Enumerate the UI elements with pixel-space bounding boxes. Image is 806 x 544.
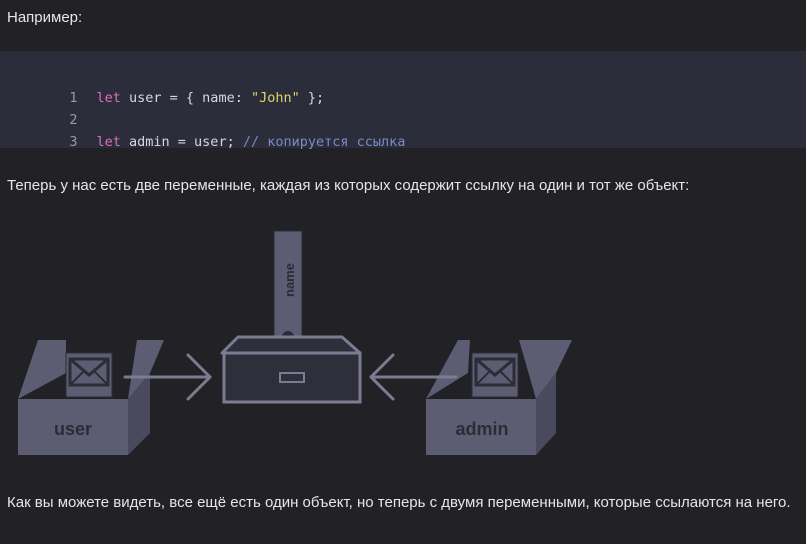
object-cabinet: name xyxy=(220,230,362,404)
code-block: 1 let user = { name: "John" }; 2 3 let adm… xyxy=(0,51,806,150)
reference-diagram: name user admin xyxy=(18,230,572,455)
cabinet-drawer xyxy=(222,351,362,404)
code-string: "John" xyxy=(250,90,300,106)
code-text: user = { name: xyxy=(120,90,251,106)
cabinet-top xyxy=(220,335,362,355)
bottom-paragraph: Как вы можете видеть, все ещё есть один … xyxy=(7,494,791,511)
code-line-1: 1 let user = { name: "John" }; xyxy=(0,68,324,106)
code-keyword: let xyxy=(96,90,121,106)
box-left-flap xyxy=(426,340,470,399)
arrow-left-icon xyxy=(369,353,458,401)
line-number: 3 xyxy=(69,134,78,150)
box-left-label: user xyxy=(54,419,92,439)
code-line-2: 2 xyxy=(0,90,97,128)
box-right-label: admin xyxy=(455,419,508,439)
code-keyword: let xyxy=(96,134,121,150)
box-left-flap xyxy=(18,340,66,399)
admin-box: admin xyxy=(426,340,572,455)
user-box: user xyxy=(18,340,164,455)
code-line-3: 3 let admin = user; // копируется ссылка xyxy=(0,112,405,150)
code-comment: // копируется ссылка xyxy=(242,134,406,150)
middle-paragraph: Теперь у нас есть две переменные, каждая… xyxy=(7,177,690,194)
folder-label: name xyxy=(282,263,297,297)
intro-paragraph: Например: xyxy=(7,9,83,26)
code-text: admin = user; xyxy=(120,134,243,150)
code-text: }; xyxy=(299,90,325,106)
